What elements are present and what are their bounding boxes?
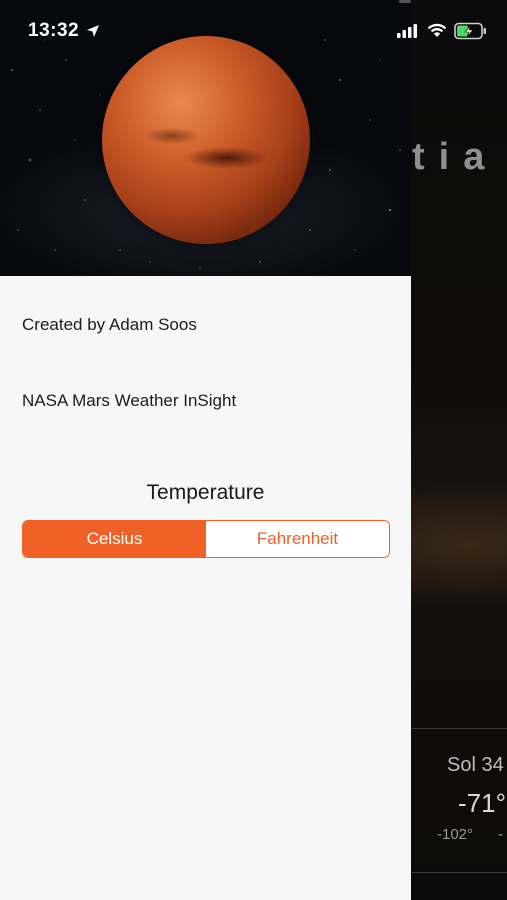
fahrenheit-segment[interactable]: Fahrenheit xyxy=(206,521,389,557)
average-temperature: -71° xyxy=(458,788,506,818)
status-bar: 13:32 xyxy=(0,0,507,60)
sol-label: Sol 34 xyxy=(447,754,504,776)
credit-text: Created by Adam Soos xyxy=(22,315,197,334)
mars-planet-image xyxy=(102,36,310,244)
side-menu-drawer: Created by Adam Soos NASA Mars Weather I… xyxy=(0,0,411,900)
celsius-segment[interactable]: Celsius xyxy=(23,521,206,557)
temperature-unit-segmented-control: Celsius Fahrenheit xyxy=(22,520,390,558)
wifi-icon xyxy=(427,23,447,37)
home-indicator-hint xyxy=(399,0,411,3)
cellular-signal-icon xyxy=(397,24,417,38)
main-screen-title: tia xyxy=(412,136,499,178)
low-temperature-partial: - xyxy=(498,826,503,843)
low-temperature: -102° xyxy=(437,826,474,843)
location-arrow-icon xyxy=(87,25,99,37)
app-name-text: NASA Mars Weather InSight xyxy=(22,391,237,410)
temperature-heading: Temperature xyxy=(146,481,265,504)
battery-charging-icon xyxy=(454,22,486,40)
divider xyxy=(412,728,507,729)
divider xyxy=(412,872,507,873)
status-time: 13:32 xyxy=(28,20,80,41)
